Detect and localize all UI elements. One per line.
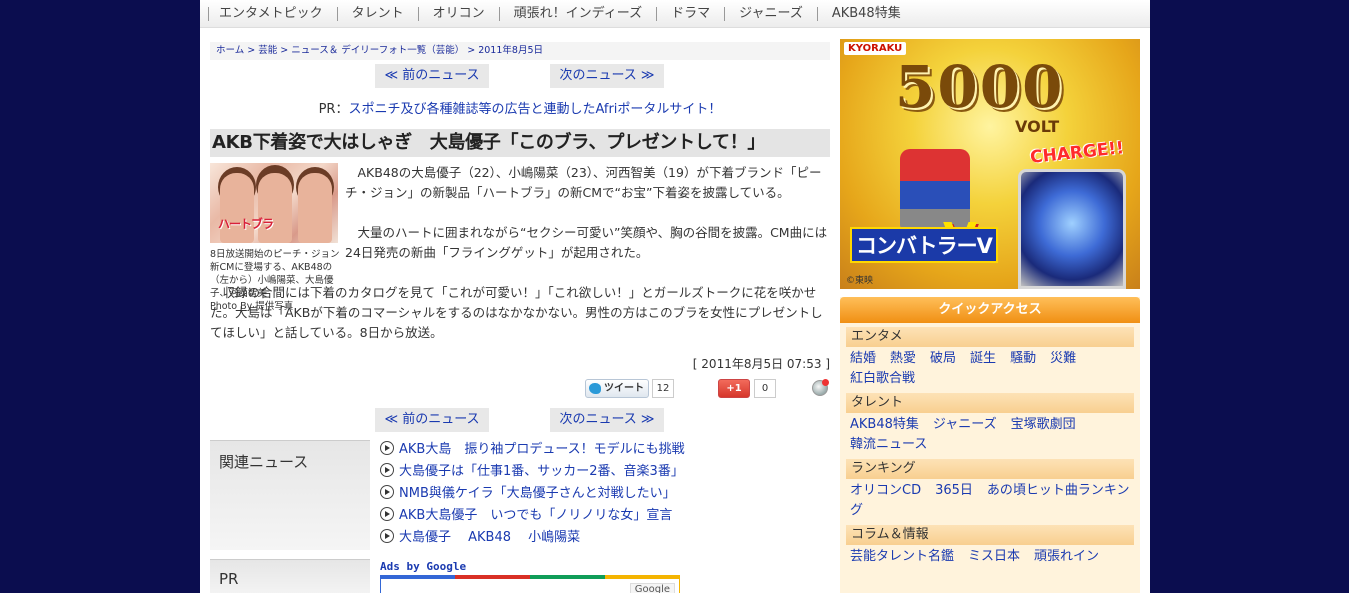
social-buttons: ツイート 12 +1 0 bbox=[200, 378, 840, 400]
nav-talent[interactable]: タレント bbox=[336, 6, 418, 21]
banner-volt: VOLT bbox=[1015, 117, 1060, 136]
banner-big-number: 5000 bbox=[895, 53, 1065, 121]
banner-machine-image bbox=[1018, 169, 1126, 289]
related-news-link[interactable]: AKB大島優子 いつでも「ノリノリな女」宣言 bbox=[399, 508, 672, 523]
breadcrumb-list[interactable]: ニュース＆ デイリーフォト一覧（芸能） bbox=[291, 45, 464, 56]
nav-drama[interactable]: ドラマ bbox=[656, 6, 724, 21]
prev-news-button[interactable]: ≪ 前のニュース bbox=[375, 408, 489, 432]
nav-akb48[interactable]: AKB48特集 bbox=[816, 6, 915, 21]
twitter-bird-icon bbox=[589, 383, 601, 394]
quick-link[interactable]: 災難 bbox=[1050, 351, 1076, 366]
quick-link[interactable]: 365日 bbox=[935, 483, 973, 498]
next-news-button[interactable]: 次のニュース ≫ bbox=[550, 64, 664, 88]
banner-charge: CHARGE!! bbox=[1029, 138, 1125, 168]
nav-johnnys[interactable]: ジャニーズ bbox=[724, 6, 817, 21]
page-container: エンタメトピック タレント オリコン 頑張れ！インディーズ ドラマ ジャニーズ … bbox=[200, 0, 1150, 593]
related-news-link[interactable]: NMB與儀ケイラ「大島優子さんと対戦したい」 bbox=[399, 486, 676, 501]
quick-links-ranking: オリコンCD 365日 あの頃ヒット曲ランキング bbox=[850, 481, 1134, 521]
quick-link[interactable]: ミス日本 bbox=[968, 549, 1020, 564]
quick-link[interactable]: AKB48特集 bbox=[850, 417, 919, 432]
article-paragraph-2: 大量のハートに囲まれながら“セクシー可愛い”笑顔や、胸の谷間を披露。CM曲には2… bbox=[345, 225, 828, 260]
gplus-count: 0 bbox=[754, 379, 776, 398]
quick-link[interactable]: 芸能タレント名鑑 bbox=[850, 549, 954, 564]
quick-links-talent: AKB48特集 ジャニーズ 宝塚歌劇団韓流ニュース bbox=[850, 415, 1134, 455]
article-headline: AKB下着姿で大はしゃぎ 大島優子「このブラ、プレゼントして！」 bbox=[210, 129, 830, 157]
pr-section-heading: PR bbox=[210, 559, 370, 593]
banner-title: コンバトラーV bbox=[850, 227, 998, 263]
breadcrumb-sep: > bbox=[277, 45, 292, 56]
ads-by-google-label[interactable]: Ads by Google bbox=[380, 560, 466, 573]
quick-link[interactable]: ジャニーズ bbox=[933, 417, 997, 432]
breadcrumb-date: 2011年8月5日 bbox=[478, 45, 543, 56]
pager-bottom: ≪ 前のニュース 次のニュース ≫ bbox=[200, 408, 840, 432]
quick-section-ranking: ランキング bbox=[846, 459, 1134, 479]
quick-links-column: 芸能タレント名鑑 ミス日本 頑張れイン bbox=[850, 547, 1134, 567]
photo-product-logo: ハートブラ bbox=[218, 217, 274, 231]
article-paragraph-3: 収録の合間には下着のカタログを見て「これが可愛い！」「これ欲しい！」とガールズト… bbox=[210, 285, 823, 340]
google-plus-one-button[interactable]: +1 bbox=[718, 379, 750, 398]
prev-news-button[interactable]: ≪ 前のニュース bbox=[375, 64, 489, 88]
photo-figure bbox=[258, 173, 292, 243]
nav-entame-topic[interactable]: エンタメトピック bbox=[208, 6, 337, 21]
list-item: AKB大島優子 いつでも「ノリノリな女」宣言 bbox=[380, 506, 840, 528]
quick-link[interactable]: 騒動 bbox=[1010, 351, 1036, 366]
quick-link[interactable]: 紅白歌合戦 bbox=[850, 371, 915, 386]
quick-link[interactable]: 破局 bbox=[930, 351, 956, 366]
pager-top: ≪ 前のニュース 次のニュース ≫ bbox=[200, 64, 840, 88]
related-news-link[interactable]: 大島優子 AKB48 小嶋陽菜 bbox=[399, 530, 580, 545]
list-item: 大島優子 AKB48 小嶋陽菜 bbox=[380, 528, 840, 550]
quick-link[interactable]: 韓流ニュース bbox=[850, 437, 927, 452]
quick-link[interactable]: 結婚 bbox=[850, 351, 876, 366]
quick-access-heading: クイックアクセス bbox=[840, 297, 1140, 323]
play-bullet-icon bbox=[380, 485, 394, 499]
related-news-heading: 関連ニュース bbox=[210, 440, 370, 550]
related-news-list: AKB大島 振り袖プロデュース！モデルにも挑戦 大島優子は「仕事1番、サッカー2… bbox=[380, 440, 840, 550]
photo-figure bbox=[298, 173, 332, 243]
pr-line: PR：スポニチ及び各種雑誌等の広告と連動したAfriポータルサイト！ bbox=[200, 98, 840, 117]
related-news-link[interactable]: AKB大島 振り袖プロデュース！モデルにも挑戦 bbox=[399, 442, 685, 457]
pachinko-banner-ad[interactable]: KYORAKU 5000 VOLT CHARGE!! V コンバトラーV ©東映 bbox=[840, 39, 1140, 289]
article-photo[interactable]: ハートブラ bbox=[210, 163, 338, 243]
quick-section-talent: タレント bbox=[846, 393, 1134, 413]
breadcrumb-sep: > bbox=[244, 45, 259, 56]
next-news-button[interactable]: 次のニュース ≫ bbox=[550, 408, 664, 432]
breadcrumb-home[interactable]: ホーム bbox=[216, 45, 244, 56]
nav-indies[interactable]: 頑張れ！インディーズ bbox=[498, 6, 656, 21]
play-bullet-icon bbox=[380, 507, 394, 521]
google-search-logo: Google bbox=[629, 583, 675, 593]
list-item: AKB大島 振り袖プロデュース！モデルにも挑戦 bbox=[380, 440, 840, 462]
top-navigation: エンタメトピック タレント オリコン 頑張れ！インディーズ ドラマ ジャニーズ … bbox=[200, 0, 1150, 28]
quick-link[interactable]: 誕生 bbox=[970, 351, 996, 366]
play-bullet-icon bbox=[380, 463, 394, 477]
quick-links-entame: 結婚 熱愛 破局 誕生 騒動 災難紅白歌合戦 bbox=[850, 349, 1134, 389]
article-timestamp: [ 2011年8月5日 07:53 ] bbox=[692, 357, 830, 371]
quick-link[interactable]: オリコンCD bbox=[850, 483, 921, 498]
breadcrumb-geino[interactable]: 芸能 bbox=[258, 45, 277, 56]
quick-link[interactable]: 熱愛 bbox=[890, 351, 916, 366]
quick-link[interactable]: 宝塚歌劇団 bbox=[1011, 417, 1076, 432]
quick-access-panel: クイックアクセス エンタメ 結婚 熱愛 破局 誕生 騒動 災難紅白歌合戦 タレント AKB… bbox=[840, 297, 1140, 593]
quick-section-entame: エンタメ bbox=[846, 327, 1134, 347]
google-ads-box[interactable]: Google bbox=[380, 575, 680, 593]
pr-label: PR： bbox=[318, 102, 349, 117]
banner-copyright: ©東映 bbox=[846, 276, 874, 286]
tweet-button[interactable]: ツイート bbox=[585, 379, 649, 398]
quick-link[interactable]: 頑張れイン bbox=[1034, 549, 1099, 564]
breadcrumb: ホーム > 芸能 > ニュース＆ デイリーフォト一覧（芸能） > 2011年8月… bbox=[210, 42, 830, 60]
list-item: NMB與儀ケイラ「大島優子さんと対戦したい」 bbox=[380, 484, 840, 506]
quick-section-column: コラム＆情報 bbox=[846, 525, 1134, 545]
nav-oricon[interactable]: オリコン bbox=[417, 6, 499, 21]
related-news-link[interactable]: 大島優子は「仕事1番、サッカー2番、音楽3番」 bbox=[399, 464, 684, 479]
play-bullet-icon bbox=[380, 529, 394, 543]
list-item: 大島優子は「仕事1番、サッカー2番、音楽3番」 bbox=[380, 462, 840, 484]
tweet-count: 12 bbox=[652, 379, 674, 398]
photo-figure bbox=[220, 173, 254, 243]
hatena-bookmark-icon[interactable] bbox=[812, 379, 829, 396]
play-bullet-icon bbox=[380, 441, 394, 455]
pr-link[interactable]: スポニチ及び各種雑誌等の広告と連動したAfriポータルサイト！ bbox=[348, 102, 721, 117]
article-body: AKB48の大島優子（22）、小嶋陽菜（23）、河西智美（19）が下着ブランド「… bbox=[210, 163, 830, 340]
article-paragraph-1: AKB48の大島優子（22）、小嶋陽菜（23）、河西智美（19）が下着ブランド「… bbox=[345, 165, 822, 200]
breadcrumb-sep: > bbox=[464, 45, 479, 56]
tweet-label: ツイート bbox=[604, 383, 644, 394]
